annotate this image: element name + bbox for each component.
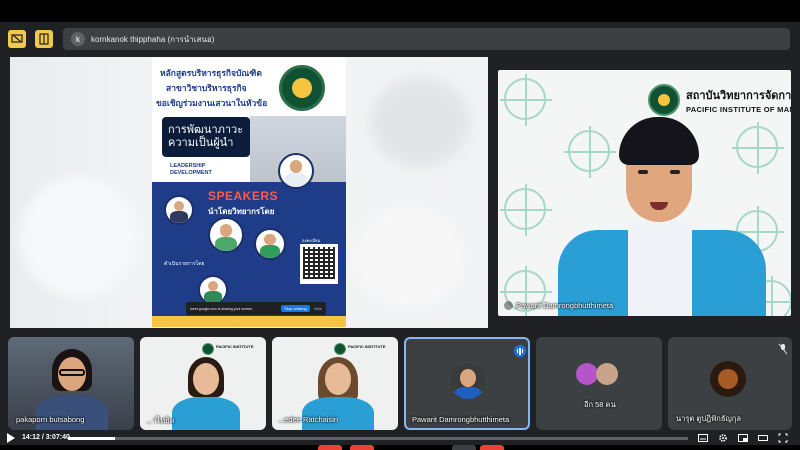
participant-avatar bbox=[710, 361, 746, 397]
participant-tile-6[interactable]: นารุต ตูปฎิฟักธัญกุล bbox=[668, 337, 792, 430]
glasses bbox=[59, 369, 85, 376]
toolbar-button-4[interactable] bbox=[480, 445, 504, 450]
speaker-eye-right bbox=[670, 170, 680, 174]
presenter-avatar: k bbox=[71, 32, 85, 46]
participant-tile-2[interactable]: PACIFIC INSTITUTE ...าไทยิต bbox=[140, 337, 266, 430]
participant-tile-1[interactable]: pakaporn butsabong bbox=[8, 337, 134, 430]
event-poster: หลักสูตรบริหารธุรกิจบัณฑิต สาขาวิชาบริหา… bbox=[152, 58, 346, 327]
fullscreen-icon[interactable] bbox=[778, 433, 788, 443]
toolbar-button-2[interactable] bbox=[350, 445, 374, 450]
speaker-photo-2 bbox=[278, 153, 314, 189]
participant-name: ...าไทยิต bbox=[146, 416, 175, 425]
hide-notice-button[interactable]: Hide bbox=[314, 306, 322, 311]
settings-icon[interactable] bbox=[718, 433, 728, 443]
progress-fill bbox=[68, 437, 116, 440]
topic-line-1: การพัฒนาภาวะ bbox=[168, 123, 244, 136]
participant-tile-4-active-speaker[interactable]: Pawarit Damrongbhutthimeta bbox=[404, 337, 530, 430]
speaker-shirt bbox=[628, 220, 692, 316]
stop-sharing-button[interactable]: Stop sharing bbox=[281, 305, 310, 312]
playback-time: 14:12 / 3:07:40 bbox=[22, 434, 70, 441]
present-screen-icon[interactable] bbox=[8, 30, 26, 48]
others-count: อีก 58 คน bbox=[584, 400, 616, 409]
topic-en-line-1: LEADERSHIP bbox=[170, 163, 206, 169]
meet-recording-player: k kornkanok thipphaha (การนำเสนอ) หลักสู… bbox=[0, 0, 800, 450]
presenter-label: kornkanok thipphaha (การนำเสนอ) bbox=[91, 34, 215, 44]
progress-track[interactable] bbox=[68, 437, 688, 440]
toolbar-button-1[interactable] bbox=[318, 445, 342, 450]
speaking-indicator-icon bbox=[514, 345, 526, 357]
poster-footer-strip bbox=[152, 316, 346, 327]
participant-tile-3[interactable]: PACIFIC INSTITUTE ...edee Ratchaisin bbox=[272, 337, 398, 430]
poster-title-line-2: สาขาวิชาบริหารธุรกิจ bbox=[166, 83, 247, 93]
mic-off-icon bbox=[778, 343, 788, 355]
topic-box: การพัฒนาภาวะ ความเป็นผู้นำ bbox=[162, 117, 250, 157]
miniplayer-icon[interactable] bbox=[738, 433, 748, 443]
institute-logo bbox=[279, 65, 325, 111]
topic-en-line-2: DEVELOPMENT bbox=[170, 170, 212, 177]
toolbar-button-3[interactable] bbox=[452, 445, 476, 450]
mini-institute-text: PACIFIC INSTITUTE bbox=[216, 344, 254, 349]
speaker-photo-4 bbox=[254, 228, 286, 260]
shared-screen: หลักสูตรบริหารธุรกิจบัณฑิต สาขาวิชาบริหา… bbox=[10, 57, 488, 328]
registration-qr-code bbox=[300, 244, 338, 284]
moderator-photo bbox=[198, 275, 228, 305]
moderator-label: ดำเนินรายการโดย bbox=[164, 261, 205, 267]
play-icon[interactable] bbox=[6, 433, 16, 443]
pin-icon[interactable] bbox=[504, 301, 513, 310]
participant-name: นารุต ตูปฎิฟักธัญกุล bbox=[676, 414, 741, 423]
participant-name: Pawarit Damrongbhutthimeta bbox=[412, 415, 510, 424]
poster-title-line-3: ขอเชิญร่วมงานเสวนาในหัวข้อ bbox=[156, 98, 268, 108]
layout-icon[interactable] bbox=[35, 30, 53, 48]
mini-institute-text: PACIFIC INSTITUTE bbox=[348, 344, 386, 349]
institution-name-english: PACIFIC INSTITUTE OF MANA bbox=[686, 105, 791, 114]
screen-share-notice: meet.google.com is sharing your screen. … bbox=[186, 302, 326, 315]
subtitles-icon[interactable] bbox=[698, 433, 708, 443]
other-participant-avatar-1 bbox=[576, 363, 598, 385]
main-speaker-name: Pawarit Damrongbhutthimeta bbox=[516, 301, 614, 310]
participant-name: pakaporn butsabong bbox=[16, 415, 85, 424]
main-speaker-tile[interactable]: สถาบันวิทยาการจัดกา PACIFIC INSTITUTE OF… bbox=[498, 70, 791, 316]
speakers-subheading: นำโดยวิทยากรโดย bbox=[208, 207, 275, 216]
bottom-toolbar-strip bbox=[0, 445, 800, 450]
institute-logo bbox=[648, 84, 680, 116]
share-notice-text: meet.google.com is sharing your screen. bbox=[190, 306, 254, 311]
top-black-bar bbox=[0, 0, 800, 22]
speaker-photo-1 bbox=[164, 195, 194, 225]
participant-name: ...edee Ratchaisin bbox=[278, 415, 339, 424]
other-participant-avatar-2 bbox=[596, 363, 618, 385]
poster-title-line-1: หลักสูตรบริหารธุรกิจบัณฑิต bbox=[160, 68, 262, 78]
speaker-hair bbox=[619, 117, 699, 165]
register-label: ลงทะเบียน bbox=[302, 238, 321, 243]
presenter-banner: k kornkanok thipphaha (การนำเสนอ) bbox=[63, 28, 790, 50]
participant-avatar bbox=[450, 363, 486, 399]
speaker-eye-left bbox=[638, 170, 648, 174]
topic-english: LEADERSHIP DEVELOPMENT bbox=[170, 163, 212, 177]
speakers-heading: SPEAKERS bbox=[208, 189, 279, 203]
institution-name-thai: สถาบันวิทยาการจัดกา bbox=[686, 90, 791, 102]
speaker-photo-3 bbox=[208, 217, 244, 253]
topic-line-2: ความเป็นผู้นำ bbox=[168, 137, 234, 149]
theater-mode-icon[interactable] bbox=[758, 433, 768, 443]
others-tile[interactable]: อีก 58 คน bbox=[536, 337, 662, 430]
